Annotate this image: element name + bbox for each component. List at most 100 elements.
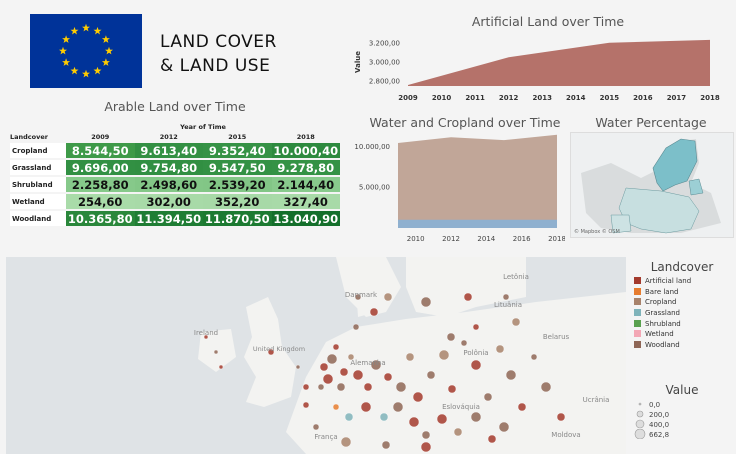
table-row[interactable]: Cropland 8.544,50 9.613,40 9.352,40 10.000,4…	[10, 143, 340, 158]
arable-table[interactable]: Year of Time Landcover 2009 2012 2015 20…	[10, 121, 340, 228]
europe-map[interactable]: United Kingdom Ireland Danmark Polônia Belar…	[6, 257, 626, 454]
map-data-point[interactable]	[530, 353, 538, 361]
table-cell[interactable]: 10.000,40	[271, 143, 340, 158]
legend-label: Artificial land	[645, 277, 692, 285]
water-cropland-chart[interactable]: 5.000,00 10.000,00 2010 2012 2014 2016 2018	[350, 132, 565, 247]
artificial-land-chart[interactable]: 2.800,00 3.000,00 3.200,00 2009 2010 2011 2012…	[350, 30, 734, 108]
table-cell[interactable]: 2.258,80	[66, 177, 135, 192]
map-data-point[interactable]	[360, 401, 372, 413]
map-data-point[interactable]	[317, 383, 325, 391]
artificial-area[interactable]	[408, 39, 710, 86]
map-data-point[interactable]	[369, 307, 379, 317]
map-data-point[interactable]	[426, 370, 436, 380]
map-data-point[interactable]	[332, 343, 340, 351]
table-cell[interactable]: 9.547,50	[203, 160, 272, 175]
map-data-point[interactable]	[213, 349, 219, 355]
map-data-point[interactable]	[463, 292, 473, 302]
legend-item[interactable]: Wetland	[628, 329, 736, 340]
legend-item[interactable]: Cropland	[628, 297, 736, 308]
table-row[interactable]: Grassland 9.696,00 9.754,80 9.547,50 9.278,8…	[10, 160, 340, 175]
table-cell[interactable]: 8.544,50	[66, 143, 135, 158]
map-data-point[interactable]	[453, 427, 463, 437]
map-data-point[interactable]	[326, 353, 338, 365]
map-data-point[interactable]	[421, 430, 431, 440]
table-cell[interactable]: 302,00	[134, 194, 203, 209]
map-data-point[interactable]	[436, 413, 448, 425]
table-cell[interactable]: 2.539,20	[203, 177, 272, 192]
map-data-point[interactable]	[408, 416, 420, 428]
legend-item[interactable]: Grassland	[628, 308, 736, 319]
table-cell[interactable]: 9.613,40	[134, 143, 203, 158]
map-data-point[interactable]	[470, 359, 482, 371]
value-legend-title: Value	[665, 382, 699, 397]
table-cell[interactable]: 254,60	[66, 194, 135, 209]
map-data-point[interactable]	[381, 440, 391, 450]
map-data-point[interactable]	[395, 381, 407, 393]
map-data-point[interactable]	[502, 293, 510, 301]
map-data-point[interactable]	[383, 292, 393, 302]
map-data-point[interactable]	[379, 412, 389, 422]
map-data-point[interactable]	[363, 382, 373, 392]
table-cell[interactable]: 9.352,40	[203, 143, 272, 158]
year-col-header: 2015	[228, 133, 247, 141]
map-data-point[interactable]	[352, 323, 360, 331]
table-cell[interactable]: 9.754,80	[134, 160, 203, 175]
map-data-point[interactable]	[218, 364, 224, 370]
map-data-point[interactable]	[339, 367, 349, 377]
map-data-point[interactable]	[483, 392, 493, 402]
table-row[interactable]: Woodland 10.365,80 11.394,50 11.870,50 13.04…	[10, 211, 340, 226]
map-data-point[interactable]	[498, 421, 510, 433]
map-data-point[interactable]	[322, 373, 334, 385]
map-data-point[interactable]	[405, 352, 415, 362]
table-cell[interactable]: 352,20	[203, 194, 272, 209]
map-data-point[interactable]	[470, 411, 482, 423]
legend-item[interactable]: Woodland	[628, 340, 736, 351]
map-data-point[interactable]	[517, 402, 527, 412]
map-data-point[interactable]	[540, 381, 552, 393]
map-data-point[interactable]	[383, 372, 393, 382]
map-data-point[interactable]	[319, 362, 329, 372]
map-data-point[interactable]	[302, 401, 310, 409]
map-data-point[interactable]	[295, 364, 301, 370]
table-row[interactable]: Wetland 254,60 302,00 352,20 327,40	[10, 194, 340, 209]
map-data-point[interactable]	[446, 332, 456, 342]
map-data-point[interactable]	[556, 412, 566, 422]
map-data-point[interactable]	[412, 391, 424, 403]
legend-item[interactable]: Artificial land	[628, 276, 736, 287]
map-data-point[interactable]	[392, 401, 404, 413]
map-data-point[interactable]	[420, 296, 432, 308]
map-data-point[interactable]	[495, 344, 505, 354]
table-cell[interactable]: 2.144,40	[271, 177, 340, 192]
map-data-point[interactable]	[302, 383, 310, 391]
map-data-point[interactable]	[438, 349, 450, 361]
water-percentage-map[interactable]: © Mapbox © OSM	[570, 132, 734, 238]
table-cell[interactable]: 2.498,60	[134, 177, 203, 192]
map-data-point[interactable]	[344, 412, 354, 422]
map-data-point[interactable]	[447, 384, 457, 394]
map-data-point[interactable]	[511, 317, 521, 327]
legend-swatch	[634, 319, 641, 327]
map-data-point[interactable]	[312, 423, 320, 431]
map-data-point[interactable]	[332, 403, 340, 411]
table-cell[interactable]: 11.870,50	[203, 211, 272, 226]
table-cell[interactable]: 9.696,00	[66, 160, 135, 175]
table-row[interactable]: Shrubland 2.258,80 2.498,60 2.539,20 2.144,4…	[10, 177, 340, 192]
map-data-point[interactable]	[352, 369, 364, 381]
cropland-area[interactable]	[398, 134, 557, 228]
map-data-point[interactable]	[505, 369, 517, 381]
map-data-point[interactable]	[472, 323, 480, 331]
map-data-point[interactable]	[487, 434, 497, 444]
legend-item[interactable]: Shrubland	[628, 319, 736, 330]
map-data-point[interactable]	[336, 382, 346, 392]
table-cell[interactable]: 327,40	[271, 194, 340, 209]
legend-item[interactable]: Bare land	[628, 287, 736, 298]
table-cell[interactable]: 11.394,50	[134, 211, 203, 226]
map-data-point[interactable]	[340, 436, 352, 448]
table-cell[interactable]: 10.365,80	[66, 211, 135, 226]
water-area[interactable]	[398, 219, 557, 228]
legend-label: Woodland	[645, 341, 680, 350]
table-cell[interactable]: 13.040,90	[271, 211, 340, 226]
map-data-point[interactable]	[420, 441, 432, 453]
map-data-point[interactable]	[460, 339, 468, 347]
table-cell[interactable]: 9.278,80	[271, 160, 340, 175]
